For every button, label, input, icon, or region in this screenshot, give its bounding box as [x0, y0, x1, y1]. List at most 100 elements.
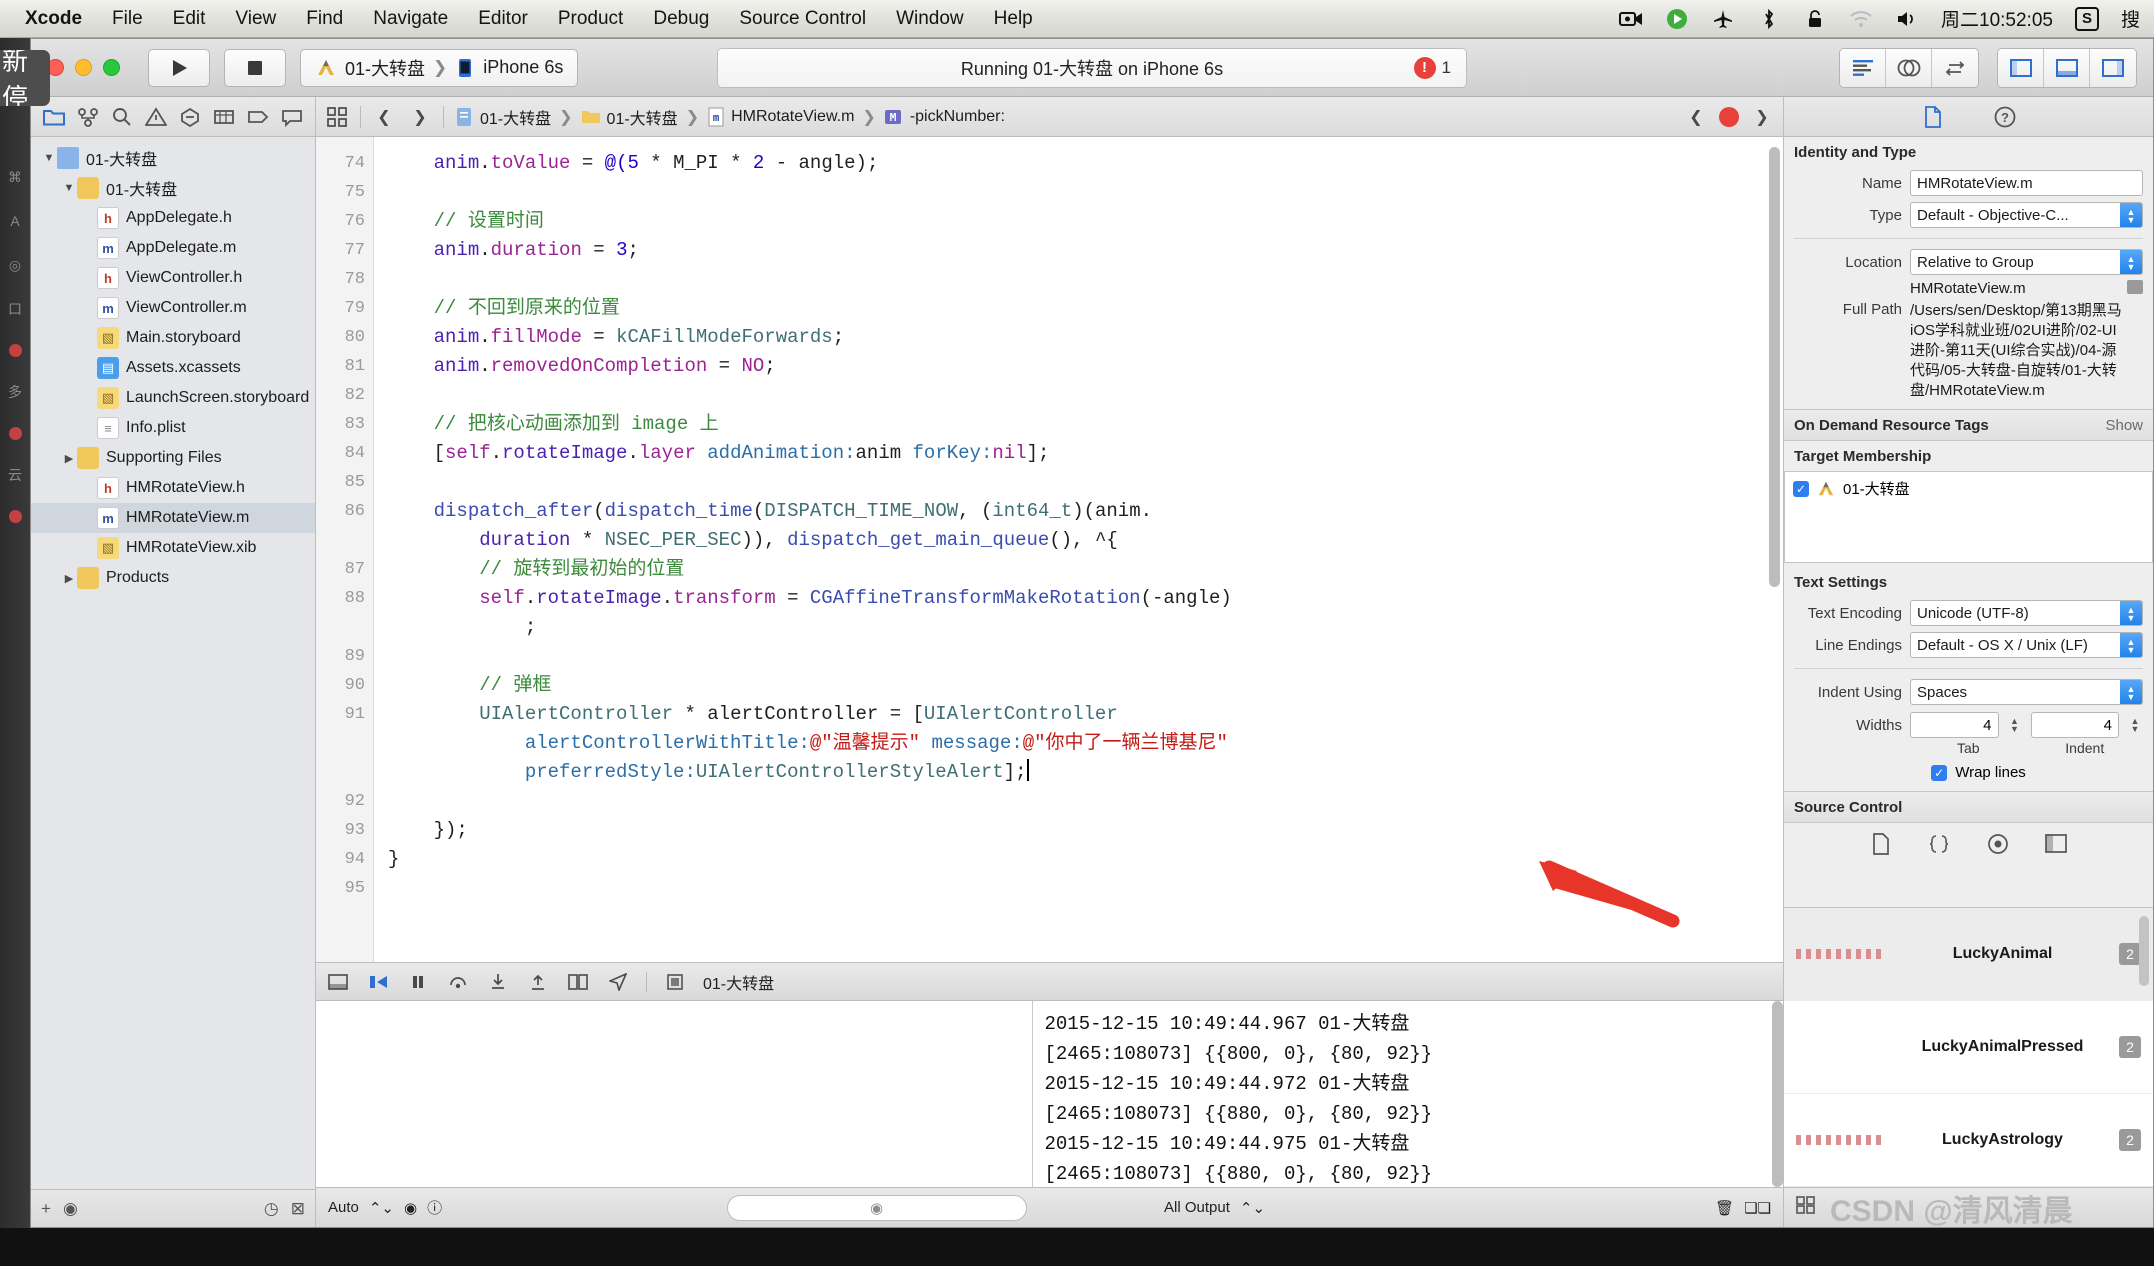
issue-badge[interactable]: ! 1 — [1413, 56, 1451, 79]
code-line[interactable]: alertControllerWithTitle:@"温馨提示" message… — [388, 729, 1783, 758]
target-circle-icon[interactable] — [1987, 833, 2009, 860]
issue-navigator-tab[interactable] — [142, 104, 170, 130]
add-button[interactable]: + — [41, 1199, 51, 1219]
tab-width-stepper[interactable]: ▲ ▼ — [2007, 717, 2023, 734]
pause-icon[interactable] — [406, 971, 430, 993]
breadcrumb-item-method[interactable]: -pickNumber: — [910, 108, 1005, 126]
tree-item-appdelegate.h[interactable]: h AppDelegate.h — [31, 203, 315, 233]
code-line[interactable] — [388, 381, 1783, 410]
code-line[interactable]: // 弹框 — [388, 671, 1783, 700]
console-scrollbar[interactable] — [1772, 1001, 1783, 1187]
screen-record-icon[interactable] — [1619, 8, 1643, 30]
forward-button[interactable]: ❯ — [407, 104, 433, 130]
hide-debug-area-icon[interactable] — [326, 971, 350, 993]
code-line[interactable]: } — [388, 845, 1783, 874]
test-navigator-tab[interactable] — [176, 104, 204, 130]
tree-item-assets.xcassets[interactable]: ▤ Assets.xcassets — [31, 353, 315, 383]
line-endings-select[interactable]: Default - OS X / Unix (LF) ▲ ▼ — [1910, 632, 2143, 658]
disclosure-triangle-icon[interactable]: ▶ — [61, 452, 77, 465]
debug-toggle-button[interactable] — [2044, 48, 2090, 87]
step-out-icon[interactable] — [526, 971, 550, 993]
split-console-icon[interactable]: ❏❏ — [1744, 1199, 1771, 1217]
output-popup[interactable]: All Output — [1164, 1199, 1230, 1216]
library-item[interactable]: LuckyAstrology 2 — [1784, 1094, 2153, 1187]
editor-scrollbar[interactable] — [1769, 147, 1780, 587]
menu-trailing-label[interactable]: 搜 — [2121, 5, 2140, 32]
tree-item-info.plist[interactable]: ≡ Info.plist — [31, 413, 315, 443]
chevron-updown-icon[interactable]: ⌃⌄ — [369, 1199, 394, 1217]
choose-file-icon[interactable] — [2127, 280, 2143, 294]
code-line[interactable]: anim.toValue = @(5 * M_PI * 2 - angle); — [388, 149, 1783, 178]
find-navigator-tab[interactable] — [108, 104, 136, 130]
tab-width-field[interactable]: 4 — [1910, 712, 1999, 738]
report-navigator-tab[interactable] — [278, 104, 306, 130]
code-line[interactable] — [388, 265, 1783, 294]
indent-width-stepper[interactable]: ▲ ▼ — [2127, 717, 2143, 734]
variables-filter-input[interactable]: ◉ — [726, 1194, 1027, 1221]
code-line[interactable]: preferredStyle:UIAlertControllerStyleAle… — [388, 758, 1783, 787]
breadcrumb[interactable]: 01-大转盘 ❯ 01-大转盘 ❯ m HMRotateView.m ❯ M -… — [454, 105, 1005, 129]
code-line[interactable]: // 把核心动画添加到 image 上 — [388, 410, 1783, 439]
wrap-lines-row[interactable]: ✓ Wrap lines — [1784, 756, 2153, 785]
code-line[interactable]: anim.duration = 3; — [388, 236, 1783, 265]
trash-icon[interactable]: 🗑 — [1715, 1199, 1734, 1217]
menu-item-window[interactable]: Window — [881, 5, 979, 33]
chevron-updown-icon[interactable]: ▲ ▼ — [2120, 680, 2142, 704]
disclosure-triangle-icon[interactable]: ▼ — [61, 182, 77, 194]
code-line[interactable]: anim.removedOnCompletion = NO; — [388, 352, 1783, 381]
menu-item-editor[interactable]: Editor — [463, 5, 543, 33]
menu-item-edit[interactable]: Edit — [158, 5, 221, 33]
menu-item-file[interactable]: File — [97, 5, 158, 33]
project-navigator-tree[interactable]: ▼ 01-大转盘 ▼ 01-大转盘 h AppDelegate.h m AppDelegate… — [31, 137, 315, 1189]
target-membership-item[interactable]: ✓ 01-大转盘 — [1785, 472, 2152, 505]
code-line[interactable]: UIAlertController * alertController = [U… — [388, 700, 1783, 729]
breakpoint-navigator-tab[interactable] — [244, 104, 272, 130]
code-line[interactable] — [388, 178, 1783, 207]
chevron-updown-icon[interactable]: ▲ ▼ — [2120, 601, 2142, 625]
code-line[interactable]: anim.fillMode = kCAFillModeForwards; — [388, 323, 1783, 352]
tree-item-appdelegate.m[interactable]: m AppDelegate.m — [31, 233, 315, 263]
menu-item-find[interactable]: Find — [291, 5, 358, 33]
eye-icon[interactable]: ◉ — [404, 1199, 417, 1217]
project-navigator-tab[interactable] — [40, 104, 68, 130]
version-editor-button[interactable] — [1932, 48, 1978, 87]
debug-navigator-tab[interactable] — [210, 104, 238, 130]
chevron-updown-icon[interactable]: ▲ ▼ — [2120, 203, 2142, 227]
tree-item-supporting-files[interactable]: ▶ Supporting Files — [31, 443, 315, 473]
checkbox-checked-icon[interactable]: ✓ — [1793, 480, 1809, 497]
standard-editor-button[interactable] — [1840, 48, 1886, 87]
tree-item-01----[interactable]: ▼ 01-大转盘 — [31, 173, 315, 203]
type-select[interactable]: Default - Objective-C... ▲ ▼ — [1910, 202, 2143, 228]
odr-show-link[interactable]: Show — [2105, 417, 2143, 434]
minimize-button[interactable] — [75, 59, 92, 76]
library-panel[interactable]: LuckyAnimal 2 LuckyAnimalPressed 2 LuckyAstr… — [1784, 907, 2153, 1187]
stop-button[interactable] — [224, 48, 286, 87]
tree-item-products[interactable]: ▶ Products — [31, 563, 315, 593]
file-inspector-tab[interactable] — [1920, 105, 1946, 129]
code-line[interactable] — [388, 787, 1783, 816]
source-code-editor[interactable]: 74 75 76 77 78 79 80 81 82 83 84 85 86 87 88 89 90 91 92 93… — [316, 137, 1783, 962]
scheme-selector[interactable]: 01-大转盘 ❯ iPhone 6s — [300, 48, 579, 87]
breadcrumb-item-group[interactable]: 01-大转盘 — [607, 105, 678, 129]
menu-item-xcode[interactable]: Xcode — [10, 5, 97, 33]
info-icon[interactable]: ⓘ — [427, 1197, 442, 1218]
tree-item-main.storyboard[interactable]: ▧ Main.storyboard — [31, 323, 315, 353]
tree-item-01----[interactable]: ▼ 01-大转盘 — [31, 143, 315, 173]
next-issue-button[interactable]: ❯ — [1749, 104, 1775, 130]
braces-icon[interactable] — [1927, 834, 1951, 859]
code-line[interactable]: ; — [388, 613, 1783, 642]
indent-using-select[interactable]: Spaces ▲ ▼ — [1910, 679, 2143, 705]
text-encoding-select[interactable]: Unicode (UTF-8) ▲ ▼ — [1910, 600, 2143, 626]
menu-item-product[interactable]: Product — [543, 5, 638, 33]
code-line[interactable] — [388, 874, 1783, 903]
breadcrumb-item-project[interactable]: 01-大转盘 — [480, 105, 551, 129]
navigator-toggle-button[interactable] — [1998, 48, 2044, 87]
step-over-icon[interactable] — [446, 971, 470, 993]
view-hierarchy-icon[interactable] — [566, 971, 590, 993]
indent-width-field[interactable]: 4 — [2030, 712, 2119, 738]
tree-item-viewcontroller.m[interactable]: m ViewController.m — [31, 293, 315, 323]
library-item[interactable]: LuckyAnimal 2 — [1784, 908, 2153, 1001]
run-button[interactable] — [148, 48, 210, 87]
previous-issue-button[interactable]: ❮ — [1683, 104, 1709, 130]
tree-item-hmrotateview.xib[interactable]: ▧ HMRotateView.xib — [31, 533, 315, 563]
